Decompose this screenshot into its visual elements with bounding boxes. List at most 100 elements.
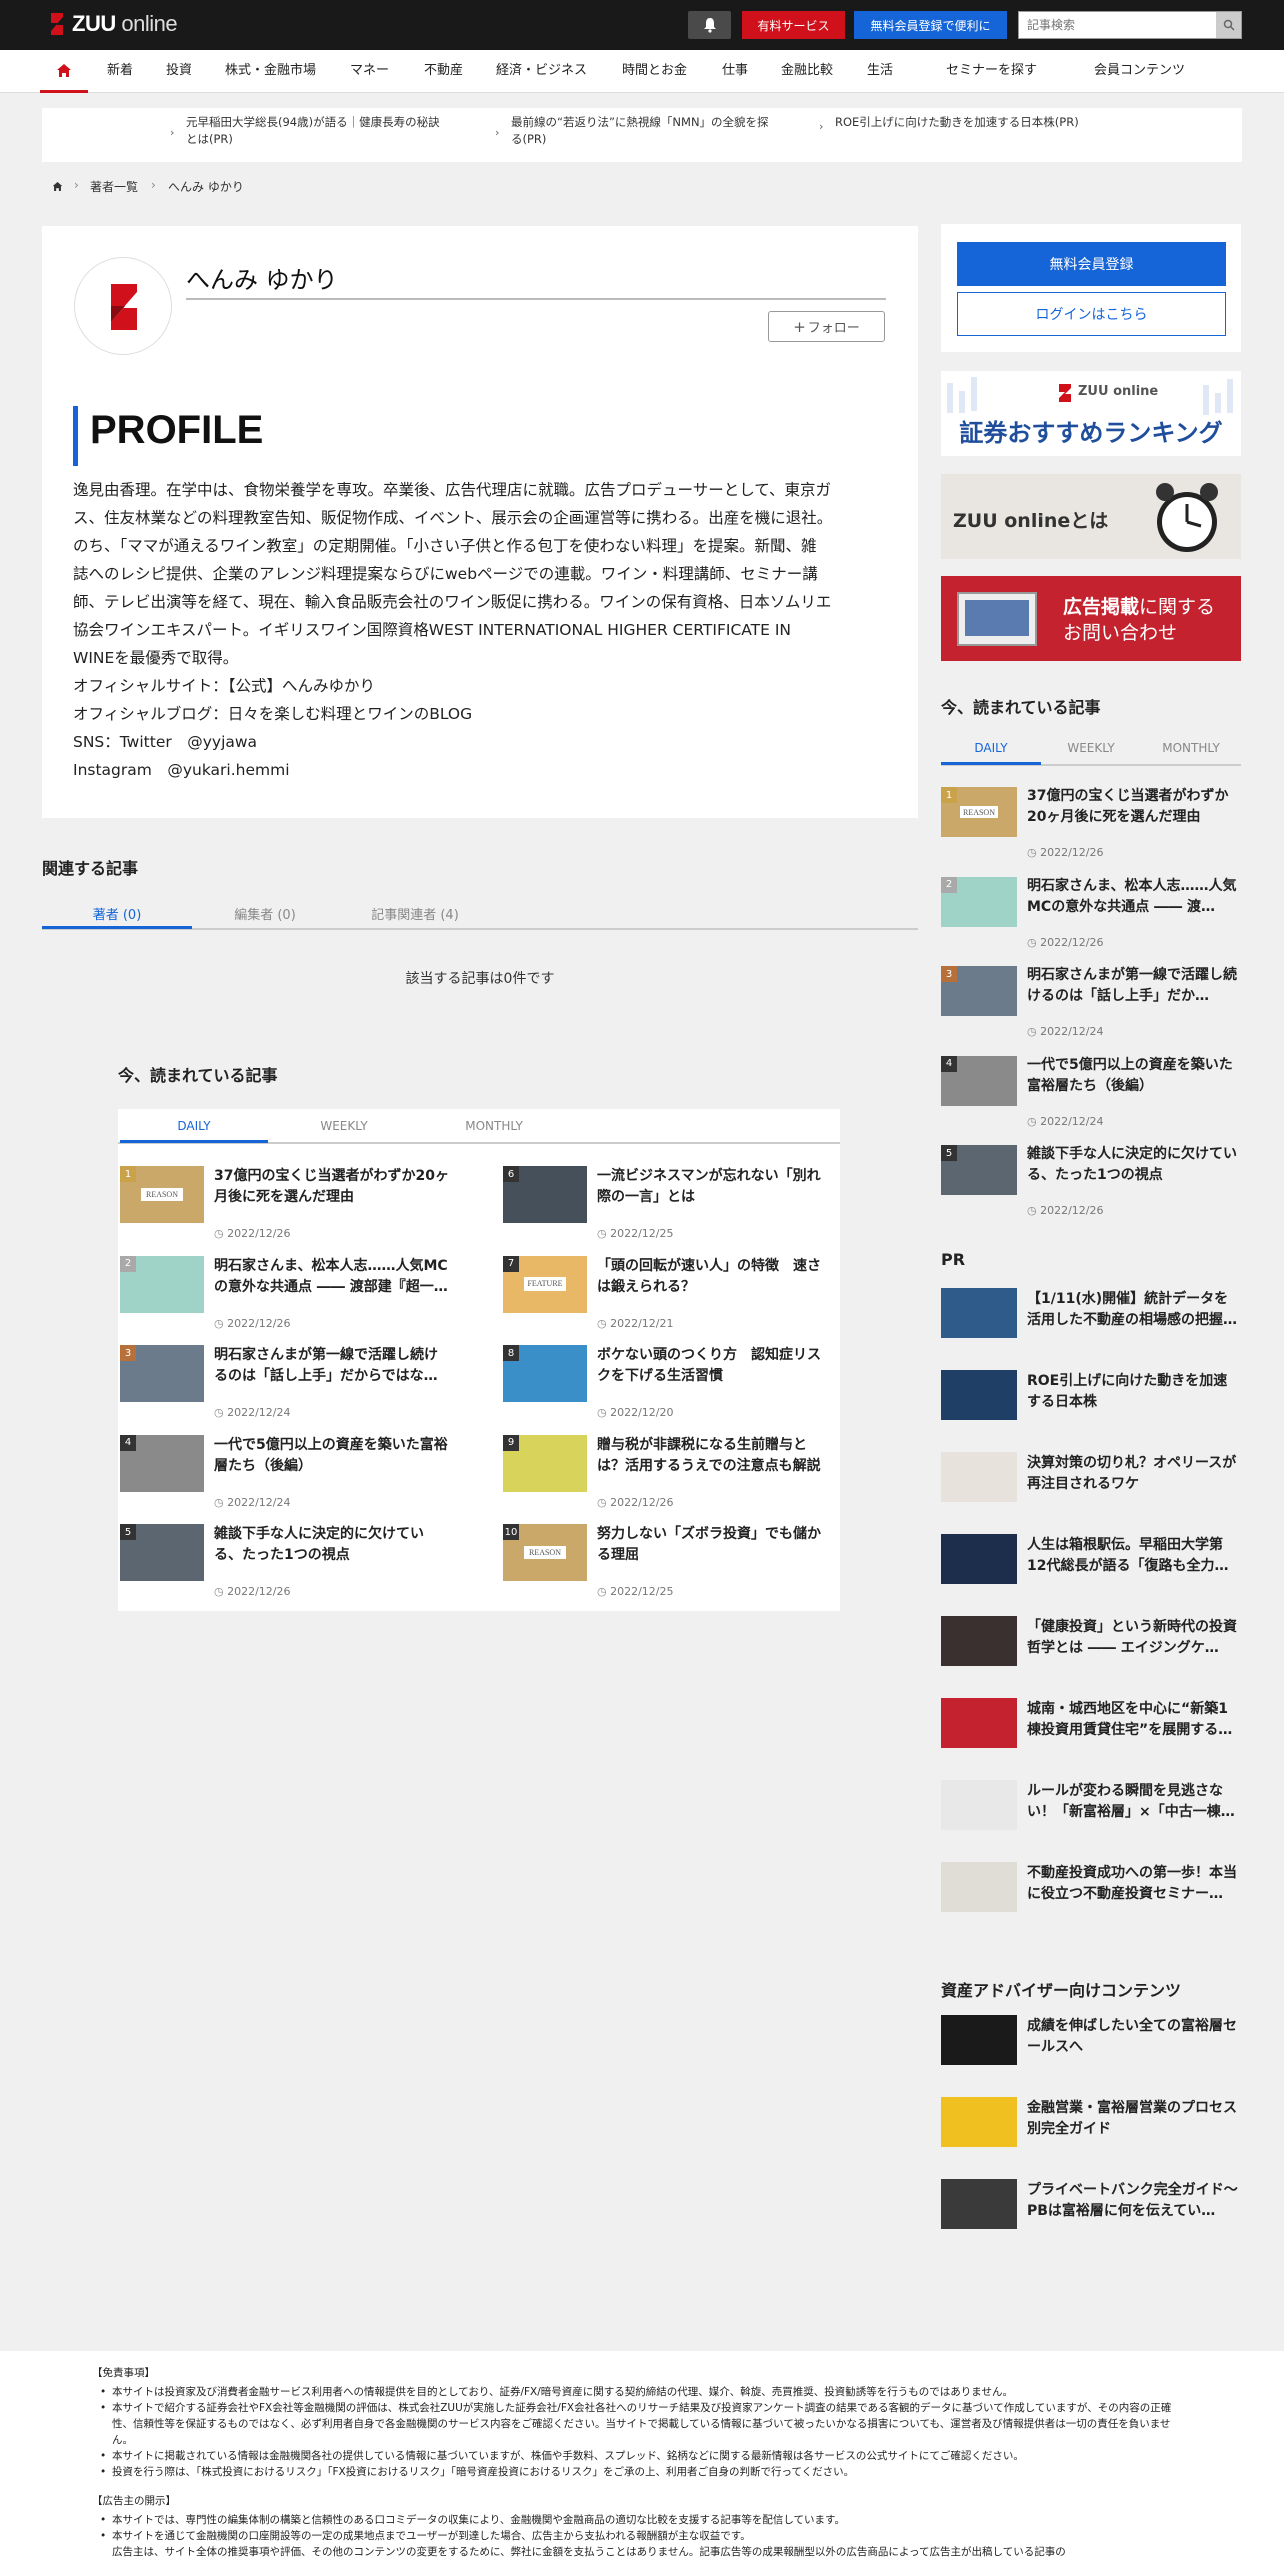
article-title-link[interactable]: 雑談下手な人に決定的に欠けている、たった1つの視点 — [214, 1524, 450, 1566]
tab-daily[interactable]: DAILY — [120, 1119, 268, 1133]
article-title-link[interactable]: 明石家さんまが第一線で活躍し続けるのは「話し上手」だか… — [1027, 965, 1241, 1007]
pr-thumbnail[interactable] — [941, 1780, 1017, 1830]
article-thumbnail[interactable]: 8 — [503, 1345, 587, 1402]
pr-thumbnail[interactable] — [941, 1288, 1017, 1338]
article-thumbnail[interactable]: 2 — [120, 1255, 204, 1313]
nav-item-realestate[interactable]: 不動産 — [424, 50, 463, 93]
sidebar-login-button[interactable]: ログインはこちら — [957, 292, 1226, 336]
article-thumbnail[interactable]: REASON 1 — [941, 787, 1017, 837]
free-register-button[interactable]: 無料会員登録で便利に — [854, 11, 1007, 39]
pr-article-link[interactable]: ルールが変わる瞬間を見逃さない！「新富裕層」×「中古一棟… — [1027, 1781, 1241, 1823]
zuu-online-logo[interactable]: ZUU online — [48, 11, 178, 37]
tab-related-person[interactable]: 記事関連者 (4) — [340, 904, 490, 923]
article-title-link[interactable]: 努力しない「ズボラ投資」でも儲かる理屈 — [597, 1524, 833, 1566]
official-blog-link[interactable]: オフィシャルブログ：日々を楽しむ料理とワインのBLOG — [73, 700, 885, 728]
article-title-link[interactable]: 一流ビジネスマンが忘れない「別れ際の一言」とは — [597, 1166, 833, 1208]
article-thumbnail[interactable]: FEATURE 7 — [503, 1255, 587, 1313]
home-icon[interactable] — [40, 50, 88, 93]
article-thumbnail[interactable]: 9 — [503, 1434, 587, 1492]
disclaimer-item: 本サイトに掲載されている情報は金融機関各社の提供している情報に基づいていますが、… — [100, 2448, 1172, 2464]
pr-article-link[interactable]: 不動産投資成功への第一歩！本当に役立つ不動産投資セミナー… — [1027, 1863, 1241, 1905]
tab-editor[interactable]: 編集者 (0) — [190, 904, 340, 923]
pr-thumbnail[interactable] — [941, 1452, 1017, 1502]
tab-author[interactable]: 著者 (0) — [42, 904, 192, 923]
article-thumbnail[interactable]: REASON 10 — [503, 1524, 587, 1581]
article-thumbnail[interactable]: 3 — [941, 966, 1017, 1016]
advisor-thumbnail[interactable] — [941, 2015, 1017, 2065]
advisor-thumbnail[interactable] — [941, 2097, 1017, 2147]
advisor-article-link[interactable]: 成績を伸ばしたい全ての富裕層セールスへ — [1027, 2016, 1241, 2058]
pr-thumbnail[interactable] — [941, 1370, 1017, 1420]
securities-ranking-banner[interactable]: ZUU online 証券おすすめランキング — [941, 371, 1241, 456]
pr-article-link[interactable]: 「健康投資」という新時代の投資哲学とは ―― エイジングケ… — [1027, 1617, 1241, 1659]
paid-service-button[interactable]: 有料サービス — [742, 11, 845, 39]
pr-article-link[interactable]: 【1/11(水)開催】統計データを活用した不動産の相場感の把握… — [1027, 1289, 1241, 1331]
breadcrumb-authors[interactable]: 著者一覧 — [90, 178, 138, 195]
article-title-link[interactable]: 一代で5億円以上の資産を築いた富裕層たち（後編） — [214, 1435, 450, 1477]
ad-inquiry-banner[interactable]: 広告掲載に関する お問い合わせ — [941, 576, 1241, 661]
article-thumbnail[interactable]: 4 — [120, 1434, 204, 1492]
nav-item-stocks[interactable]: 株式・金融市場 — [225, 50, 316, 93]
advisor-article-link[interactable]: プライベートバンク完全ガイド〜PBは富裕層に何を伝えてい… — [1027, 2180, 1241, 2222]
pr-article-link[interactable]: 決算対策の切り札？オペリースが再注目されるワケ — [1027, 1453, 1241, 1495]
article-thumbnail[interactable]: 6 — [503, 1166, 587, 1223]
instagram-link[interactable]: Instagram @yukari.hemmi — [73, 756, 885, 784]
nav-item-life[interactable]: 生活 — [867, 50, 893, 93]
article-title-link[interactable]: 一代で5億円以上の資産を築いた富裕層たち（後編） — [1027, 1055, 1241, 1097]
search-icon[interactable] — [1216, 12, 1241, 38]
article-title-link[interactable]: 明石家さんま、松本人志……人気MCの意外な共通点 ―― 渡部建『超一… — [214, 1256, 450, 1298]
nav-item-new[interactable]: 新着 — [107, 50, 133, 93]
disclaimer-item: 投資を行う際は、「株式投資におけるリスク」「FX投資におけるリスク」「暗号資産投… — [100, 2464, 1172, 2480]
nav-item-work[interactable]: 仕事 — [722, 50, 748, 93]
nav-item-member[interactable]: 会員コンテンツ — [1094, 50, 1185, 93]
article-title-link[interactable]: 「頭の回転が速い人」の特徴 速さは鍛えられる？ — [597, 1256, 833, 1298]
article-title-link[interactable]: 37億円の宝くじ当選者がわずか20ヶ月後に死を選んだ理由 — [214, 1166, 450, 1208]
nav-item-compare[interactable]: 金融比較 — [781, 50, 833, 93]
sidebar-tab-weekly[interactable]: WEEKLY — [1041, 741, 1141, 755]
nav-item-money[interactable]: マネー — [350, 50, 389, 93]
pr-article-link[interactable]: ROE引上げに向けた動きを加速する日本株 — [1027, 1371, 1241, 1413]
follow-button[interactable]: + フォロー — [768, 311, 885, 342]
pr-article-link[interactable]: 人生は箱根駅伝。早稲田大学第12代総長が語る「復路も全力… — [1027, 1535, 1241, 1577]
pr-link-3[interactable]: ROE引上げに向けた動きを加速する日本株(PR) — [835, 114, 1079, 131]
search-input[interactable] — [1018, 11, 1242, 39]
breadcrumb-home-icon[interactable] — [52, 180, 63, 196]
article-title-link[interactable]: 明石家さんま、松本人志……人気MCの意外な共通点 ―― 渡… — [1027, 876, 1241, 918]
article-thumbnail[interactable]: 2 — [941, 876, 1017, 927]
article-title-link[interactable]: 37億円の宝くじ当選者がわずか20ヶ月後に死を選んだ理由 — [1027, 786, 1241, 828]
banner-text: 広告掲載 — [1063, 596, 1140, 618]
nav-item-invest[interactable]: 投資 — [166, 50, 192, 93]
article-thumbnail[interactable]: 5 — [120, 1524, 204, 1581]
advisor-thumbnail[interactable] — [941, 2179, 1017, 2229]
pr-thumbnail[interactable] — [941, 1698, 1017, 1748]
article-title-link[interactable]: 明石家さんまが第一線で活躍し続けるのは「話し上手」だからではな… — [214, 1345, 450, 1387]
sidebar-register-button[interactable]: 無料会員登録 — [957, 242, 1226, 286]
nav-item-seminar[interactable]: セミナーを探す — [946, 50, 1037, 93]
article-thumbnail[interactable]: 5 — [941, 1145, 1017, 1195]
pr-thumbnail[interactable] — [941, 1862, 1017, 1912]
pr-link-1[interactable]: 元早稲田大学総長(94歳)が語る｜健康長寿の秘訣 とは(PR) — [186, 114, 440, 148]
rank-badge: 4 — [120, 1434, 136, 1451]
notification-bell-icon[interactable] — [688, 11, 731, 39]
sidebar-tab-daily[interactable]: DAILY — [941, 741, 1041, 755]
pr-article-link[interactable]: 城南・城西地区を中心に“新築1棟投資用賃貸住宅”を展開する… — [1027, 1699, 1241, 1741]
article-title-link[interactable]: 雑談下手な人に決定的に欠けている、たった1つの視点 — [1027, 1144, 1241, 1186]
advisor-article-link[interactable]: 金融営業・富裕層営業のプロセス別完全ガイド — [1027, 2098, 1241, 2140]
tab-weekly[interactable]: WEEKLY — [270, 1119, 418, 1133]
logo-brand: ZUU — [72, 11, 116, 36]
sidebar-tab-monthly[interactable]: MONTHLY — [1141, 741, 1241, 755]
tab-monthly[interactable]: MONTHLY — [420, 1119, 568, 1133]
article-thumbnail[interactable]: 3 — [120, 1345, 204, 1402]
pr-link-2[interactable]: 最前線の“若返り法”に熱視線「NMN」の全貌を探 る(PR) — [511, 114, 769, 148]
twitter-link[interactable]: SNS：Twitter @yyjawa — [73, 728, 885, 756]
about-zuu-banner[interactable]: ZUU onlineとは — [941, 474, 1241, 559]
pr-thumbnail[interactable] — [941, 1534, 1017, 1584]
official-site-link[interactable]: オフィシャルサイト：【公式】へんみゆかり — [73, 672, 885, 700]
article-title-link[interactable]: ボケない頭のつくり方 認知症リスクを下げる生活習慣 — [597, 1345, 833, 1387]
nav-item-time-money[interactable]: 時間とお金 — [622, 50, 687, 93]
article-title-link[interactable]: 贈与税が非課税になる生前贈与とは？活用するうえでの注意点も解説 — [597, 1435, 833, 1477]
pr-thumbnail[interactable] — [941, 1616, 1017, 1666]
article-thumbnail[interactable]: REASON 1 — [120, 1166, 204, 1223]
article-thumbnail[interactable]: 4 — [941, 1055, 1017, 1106]
nav-item-economy[interactable]: 経済・ビジネス — [496, 50, 587, 93]
